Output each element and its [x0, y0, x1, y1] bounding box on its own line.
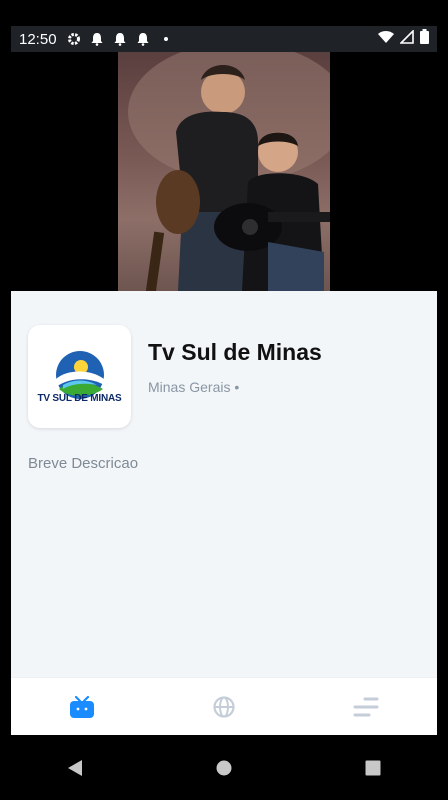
bottom-navigation — [11, 677, 437, 736]
bell-icon — [136, 32, 150, 46]
status-right-icons — [378, 28, 429, 49]
video-player[interactable] — [11, 52, 437, 291]
wifi-icon — [378, 30, 394, 49]
system-navigation-bar — [0, 735, 448, 800]
nav-globe[interactable] — [194, 687, 254, 727]
back-button[interactable] — [55, 748, 95, 788]
status-time: 12:50 — [19, 30, 57, 48]
logo-text: TV SUL DE MINAS — [37, 393, 122, 404]
nav-tv[interactable] — [52, 687, 112, 727]
signal-icon — [399, 28, 414, 49]
channel-title: Tv Sul de Minas — [148, 339, 322, 365]
bell-icon — [90, 32, 104, 46]
channel-details: TV SUL DE MINAS Tv Sul de Minas Minas Ge… — [11, 291, 437, 677]
back-triangle-icon — [67, 759, 82, 776]
globe-icon — [213, 696, 235, 718]
logo-emblem-icon — [55, 351, 104, 399]
battery-icon — [420, 29, 429, 49]
recents-square-icon — [365, 760, 381, 775]
nav-menu[interactable] — [336, 687, 396, 727]
recents-button[interactable] — [353, 748, 393, 788]
channel-location: Minas Gerais • — [148, 379, 240, 395]
home-button[interactable] — [204, 748, 244, 788]
tv-icon — [70, 695, 94, 718]
bell-icon — [113, 32, 127, 46]
home-circle-icon — [216, 760, 232, 775]
channel-description: Breve Descricao — [28, 455, 139, 472]
dot-icon — [159, 32, 173, 46]
status-bar: 12:50 — [11, 26, 437, 52]
gear-icon — [67, 32, 81, 46]
channel-logo: TV SUL DE MINAS — [28, 325, 131, 428]
menu-lines-icon — [353, 697, 379, 717]
video-frame-image — [118, 52, 348, 291]
